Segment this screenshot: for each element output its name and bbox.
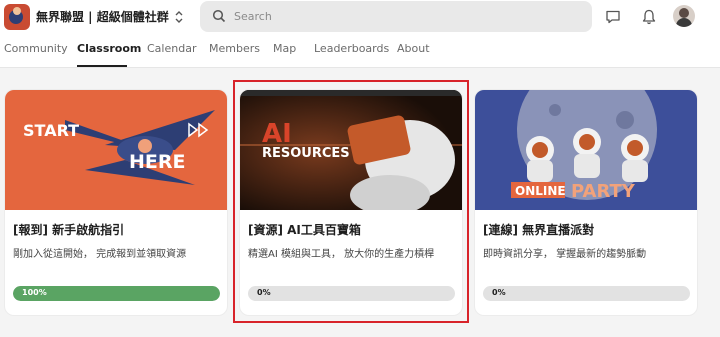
banner-start-text: START	[23, 121, 79, 140]
tab-about[interactable]: About	[397, 42, 430, 55]
progress-label: 0%	[492, 288, 506, 297]
course-title[interactable]: [資源] AI工具百寶箱	[248, 221, 361, 238]
course-banner-ai-resources: AI RESOURCES	[240, 90, 462, 210]
course-card-ai-resources[interactable]: AI RESOURCES [資源] AI工具百寶箱 精選AI 模組與工具， 放大…	[239, 89, 463, 316]
banner-party-text: PARTY	[571, 181, 636, 202]
tab-members[interactable]: Members	[209, 42, 260, 55]
search-input[interactable]	[234, 1, 574, 32]
bell-icon[interactable]	[640, 8, 658, 26]
course-card-start-here[interactable]: START HERE [報到] 新手啟航指引 剛加入從這開始， 完成報到並領取資…	[4, 89, 228, 316]
course-banner-online-party: ONLINE PARTY	[475, 90, 697, 210]
chat-icon[interactable]	[604, 8, 622, 26]
banner-online-text: ONLINE	[515, 184, 566, 198]
active-tab-indicator	[77, 65, 127, 67]
progress-label: 100%	[22, 288, 47, 297]
community-logo[interactable]	[4, 4, 30, 30]
community-name[interactable]: 無界聯盟 | 超級個體社群	[36, 8, 169, 25]
course-card-online-party[interactable]: ONLINE PARTY [連線] 無界直播派對 即時資訊分享， 掌握最新的趨勢…	[474, 89, 698, 316]
banner-here-text: HERE	[129, 151, 186, 173]
user-avatar[interactable]	[673, 5, 695, 27]
banner-resources-text: RESOURCES	[262, 146, 350, 161]
course-banner-start-here: START HERE	[5, 90, 227, 210]
tab-community[interactable]: Community	[4, 42, 68, 55]
progress-label: 0%	[257, 288, 271, 297]
course-progress-bar: 100%	[13, 286, 220, 301]
top-bar: 無界聯盟 | 超級個體社群 Community Classroom Calend…	[0, 0, 720, 68]
search-icon	[212, 9, 226, 23]
tab-calendar[interactable]: Calendar	[147, 42, 196, 55]
course-title[interactable]: [連線] 無界直播派對	[483, 221, 594, 238]
search-bar[interactable]	[200, 1, 592, 32]
banner-ai-text: AI	[262, 119, 292, 149]
course-description: 即時資訊分享， 掌握最新的趨勢脈動	[483, 249, 647, 260]
course-progress-bar: 0%	[483, 286, 690, 301]
course-progress-bar: 0%	[248, 286, 455, 301]
course-description: 精選AI 模組與工具， 放大你的生產力槓桿	[248, 249, 435, 260]
course-title[interactable]: [報到] 新手啟航指引	[13, 221, 124, 238]
tab-map[interactable]: Map	[273, 42, 296, 55]
tab-leaderboards[interactable]: Leaderboards	[314, 42, 389, 55]
chevron-updown-icon[interactable]	[173, 9, 185, 25]
course-description: 剛加入從這開始， 完成報到並領取資源	[13, 249, 187, 260]
tab-classroom[interactable]: Classroom	[77, 42, 141, 55]
